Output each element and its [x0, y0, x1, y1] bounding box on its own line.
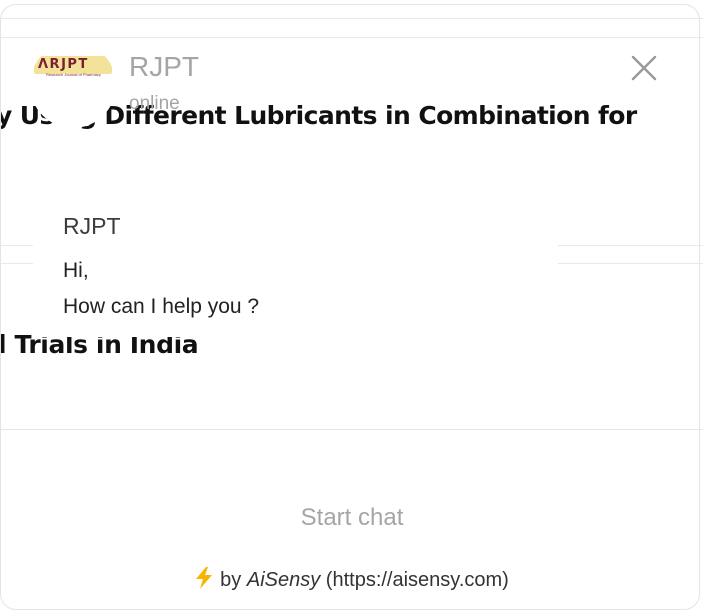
start-chat-button[interactable]: Start chat — [240, 498, 464, 538]
close-icon — [631, 55, 657, 81]
contact-name: RJPT — [129, 51, 199, 82]
message-sender: RJPT — [63, 213, 121, 239]
message-bubble: RJPT Hi, How can I help you ? — [33, 194, 558, 337]
chat-widget-screen: y Using Different Lubricants in Combinat… — [0, 0, 703, 613]
online-status: online — [129, 93, 180, 114]
logo-subtext: Research Journal of Pharmacy — [46, 72, 101, 77]
lightning-bolt-icon — [196, 567, 213, 589]
brand-link[interactable]: AiSensy — [247, 569, 320, 591]
message-text: Hi, — [63, 259, 89, 282]
powered-by: by AiSensy (https://aisensy.com) — [0, 566, 703, 594]
rjpt-logo: ΛRJPT Research Journal of Pharmacy — [34, 56, 112, 77]
widget-header: ΛRJPT Research Journal of Pharmacy RJPT … — [0, 0, 703, 150]
footer-divider — [0, 429, 703, 430]
close-button[interactable] — [628, 52, 660, 84]
brand-url: (https://aisensy.com) — [325, 569, 509, 591]
powered-by-prefix: by — [220, 569, 242, 591]
avatar: ΛRJPT Research Journal of Pharmacy — [30, 42, 116, 128]
message-text: How can I help you ? — [63, 295, 260, 318]
